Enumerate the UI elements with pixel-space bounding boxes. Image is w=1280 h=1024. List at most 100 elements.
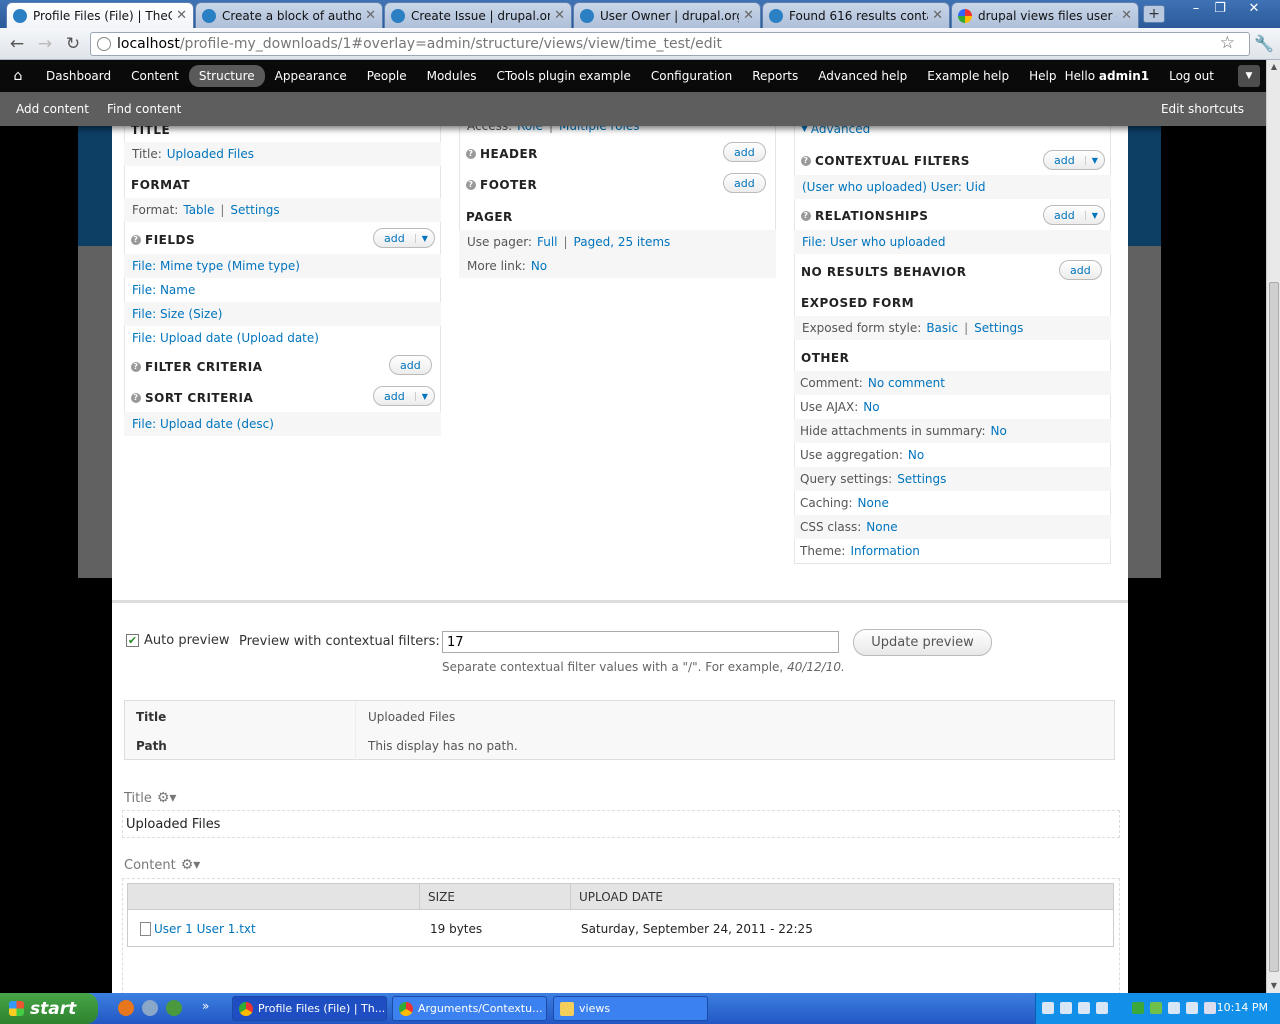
wrench-icon[interactable]: 🔧 (1254, 34, 1274, 53)
chevron-down-icon[interactable]: ▼ (1084, 155, 1104, 165)
more-link-value[interactable]: No (531, 259, 547, 273)
logout-link[interactable]: Log out (1169, 69, 1214, 83)
browser-quicklaunch-icon[interactable] (142, 1000, 158, 1016)
close-icon[interactable]: ✕ (932, 8, 943, 23)
checkmark-icon[interactable]: ✔ (126, 634, 139, 647)
start-button[interactable]: start (0, 993, 98, 1024)
field-link[interactable]: File: Name (132, 283, 195, 297)
update-preview-button[interactable]: Update preview (853, 629, 992, 656)
tray-icon[interactable] (1060, 1002, 1072, 1014)
add-label[interactable]: add (374, 232, 415, 245)
browser-tab[interactable]: User Owner | drupal.org ✕ (573, 2, 761, 28)
browser-tab[interactable]: drupal views files user - Goog ✕ (951, 2, 1139, 28)
menu-item-advanced-help[interactable]: Advanced help (808, 65, 917, 87)
tray-icon[interactable] (1132, 1002, 1144, 1014)
address-bar[interactable]: localhost/profile-my_downloads/1#overlay… (90, 32, 1250, 56)
column-header-upload-date[interactable]: UPLOAD DATE (570, 884, 1115, 910)
close-icon[interactable]: ✕ (365, 8, 376, 23)
menu-item-content[interactable]: Content (121, 65, 189, 87)
reload-icon[interactable]: ↻ (62, 34, 84, 54)
field-link[interactable]: File: Mime type (Mime type) (132, 259, 300, 273)
new-tab-button[interactable]: + (1143, 5, 1165, 23)
column-header-size[interactable]: SIZE (419, 884, 570, 910)
format-settings-link[interactable]: Settings (230, 203, 279, 217)
pager-full-link[interactable]: Full (537, 235, 558, 249)
menu-item-example-help[interactable]: Example help (917, 65, 1019, 87)
window-close-icon[interactable]: ✕ (1242, 2, 1266, 18)
footer-add-button[interactable]: add (723, 173, 766, 193)
add-label[interactable]: add (1044, 209, 1085, 222)
contextual-add-button[interactable]: add ▼ (1043, 150, 1105, 170)
close-icon[interactable]: ✕ (176, 8, 187, 23)
help-icon[interactable]: ? (131, 362, 141, 372)
username-link[interactable]: admin1 (1099, 69, 1149, 83)
menu-item-people[interactable]: People (357, 65, 417, 87)
add-label[interactable]: add (1060, 264, 1101, 277)
other-value-link[interactable]: None (858, 496, 889, 510)
browser-tab[interactable]: Profile Files (File) | TheCreditI ✕ (6, 2, 194, 28)
header-add-button[interactable]: add (723, 142, 766, 162)
sort-add-button[interactable]: add ▼ (373, 386, 435, 406)
browser-tab[interactable]: Create a block of author's re ✕ (195, 2, 383, 28)
scrollbar-thumb[interactable] (1269, 282, 1279, 972)
close-icon[interactable]: ✕ (1121, 8, 1132, 23)
format-table-link[interactable]: Table (183, 203, 214, 217)
home-icon[interactable]: ⌂ (0, 68, 36, 84)
tray-icon[interactable] (1150, 1002, 1162, 1014)
file-link[interactable]: User 1 User 1.txt (154, 922, 256, 936)
scroll-up-icon[interactable]: ▲ (1267, 60, 1280, 74)
other-value-link[interactable]: Information (850, 544, 919, 558)
menu-item-ctools[interactable]: CTools plugin example (487, 65, 641, 87)
taskbar-item[interactable]: Profile Files (File) | Th... (232, 996, 387, 1021)
other-value-link[interactable]: No (908, 448, 924, 462)
menu-item-appearance[interactable]: Appearance (265, 65, 357, 87)
chevron-down-icon[interactable]: ▼ (414, 391, 434, 401)
other-value-link[interactable]: No (863, 400, 879, 414)
add-label[interactable]: add (724, 177, 765, 190)
menu-item-reports[interactable]: Reports (742, 65, 808, 87)
close-icon[interactable]: ✕ (743, 8, 754, 23)
scroll-down-icon[interactable]: ▼ (1267, 979, 1280, 993)
tray-icon[interactable] (1186, 1002, 1198, 1014)
add-label[interactable]: add (724, 146, 765, 159)
tray-icon[interactable] (1168, 1002, 1180, 1014)
help-icon[interactable]: ? (131, 235, 141, 245)
help-icon[interactable]: ? (801, 156, 811, 166)
exposed-basic-link[interactable]: Basic (926, 321, 958, 335)
gear-icon[interactable]: ⚙▾ (181, 857, 201, 873)
fields-add-button[interactable]: add ▼ (373, 228, 435, 248)
bookmark-star-icon[interactable]: ☆ (1220, 33, 1235, 53)
drawer-toggle-icon[interactable]: ▼ (1238, 65, 1260, 87)
other-value-link[interactable]: None (866, 520, 897, 534)
other-value-link[interactable]: No (991, 424, 1007, 438)
back-icon[interactable]: ← (6, 34, 28, 54)
chevron-right-icon[interactable]: » (202, 999, 209, 1013)
add-label[interactable]: add (1044, 154, 1085, 167)
shortcut-find-content[interactable]: Find content (107, 102, 181, 116)
browser-tab[interactable]: Found 616 results containing ✕ (762, 2, 950, 28)
pager-items-link[interactable]: Paged, 25 items (574, 235, 671, 249)
taskbar-item[interactable]: views (553, 996, 708, 1021)
tray-icon[interactable] (1096, 1002, 1108, 1014)
taskbar-item[interactable]: Arguments/Contextu... (392, 996, 547, 1021)
minimize-icon[interactable]: – (1184, 2, 1208, 18)
other-value-link[interactable]: No comment (868, 376, 945, 390)
contextual-filters-input[interactable] (442, 631, 839, 653)
chevron-down-icon[interactable]: ▼ (1084, 210, 1104, 220)
add-label[interactable]: add (374, 390, 415, 403)
tray-icon[interactable] (1078, 1002, 1090, 1014)
forward-icon[interactable]: → (34, 34, 56, 54)
no-results-add-button[interactable]: add (1059, 260, 1102, 280)
edit-shortcuts-link[interactable]: Edit shortcuts (1161, 102, 1244, 116)
menu-item-configuration[interactable]: Configuration (641, 65, 742, 87)
help-icon[interactable]: ? (131, 393, 141, 403)
other-value-link[interactable]: Settings (897, 472, 946, 486)
filter-add-button[interactable]: add (389, 355, 432, 375)
title-value-link[interactable]: Uploaded Files (167, 147, 254, 161)
help-icon[interactable]: ? (466, 149, 476, 159)
chevron-down-icon[interactable]: ▼ (414, 233, 434, 243)
exposed-settings-link[interactable]: Settings (974, 321, 1023, 335)
maximize-icon[interactable]: ❐ (1208, 2, 1232, 18)
menu-item-help[interactable]: Help (1019, 65, 1066, 87)
help-icon[interactable]: ? (466, 180, 476, 190)
